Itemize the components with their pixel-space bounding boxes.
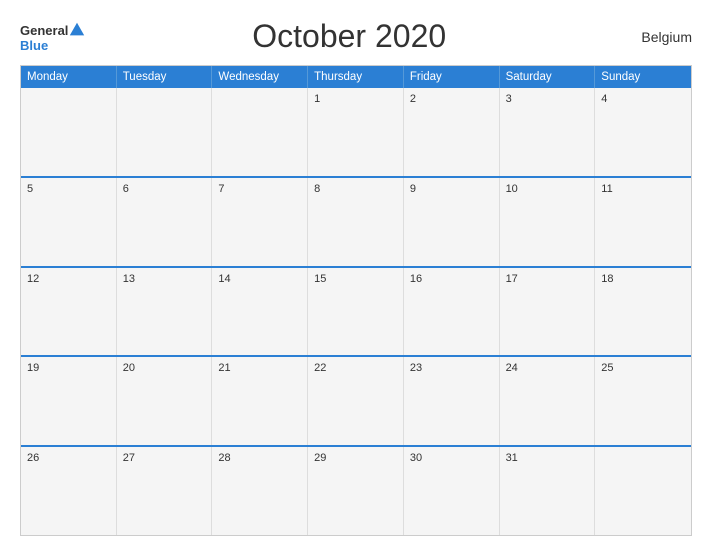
day-cell: 13 [117,268,213,356]
day-number: 1 [314,93,397,105]
day-number: 30 [410,452,493,464]
day-cell: 11 [595,178,691,266]
logo-general-text: General [20,24,68,37]
logo-triangle-icon [68,21,86,39]
day-cell: 4 [595,88,691,176]
day-cell: 8 [308,178,404,266]
day-number: 25 [601,362,685,374]
day-headers-row: MondayTuesdayWednesdayThursdayFridaySatu… [21,66,691,88]
day-number: 8 [314,183,397,195]
logo: General Blue [20,21,86,52]
week-row-1: 1 2 34 [21,88,691,176]
day-number: 16 [410,273,493,285]
day-cell: 31 [500,447,596,535]
day-number: 10 [506,183,589,195]
weeks-container: 1234567891011121314151617181920212223242… [21,88,691,535]
day-cell: 16 [404,268,500,356]
day-number: 20 [123,362,206,374]
day-number: 7 [218,183,301,195]
day-cell: 26 [21,447,117,535]
day-number: 9 [410,183,493,195]
day-cell: 2 [404,88,500,176]
day-cell: 19 [21,357,117,445]
day-cell [212,88,308,176]
calendar-page: General Blue October 2020 Belgium Monday… [0,0,712,550]
day-cell [595,447,691,535]
day-cell: 22 [308,357,404,445]
day-number: 2 [410,93,493,105]
day-cell: 18 [595,268,691,356]
day-header-thursday: Thursday [308,66,404,88]
day-cell: 14 [212,268,308,356]
day-cell: 15 [308,268,404,356]
day-header-saturday: Saturday [500,66,596,88]
day-number: 11 [601,183,685,195]
day-header-sunday: Sunday [595,66,691,88]
day-number: 19 [27,362,110,374]
day-header-friday: Friday [404,66,500,88]
day-cell: 24 [500,357,596,445]
day-number: 17 [506,273,589,285]
day-cell [117,88,213,176]
day-cell: 23 [404,357,500,445]
day-header-monday: Monday [21,66,117,88]
day-number: 28 [218,452,301,464]
day-number: 31 [506,452,589,464]
logo-blue-text: Blue [20,39,86,52]
week-row-5: 26 27 28 29 30 31 [21,445,691,535]
day-number: 14 [218,273,301,285]
day-number: 23 [410,362,493,374]
day-header-tuesday: Tuesday [117,66,213,88]
country-label: Belgium [612,29,692,45]
day-number: 21 [218,362,301,374]
day-header-wednesday: Wednesday [212,66,308,88]
day-cell: 3 [500,88,596,176]
day-number: 5 [27,183,110,195]
day-number: 12 [27,273,110,285]
day-number: 3 [506,93,589,105]
day-cell: 12 [21,268,117,356]
day-cell [21,88,117,176]
day-number: 26 [27,452,110,464]
day-number: 4 [601,93,685,105]
day-cell: 9 [404,178,500,266]
day-cell: 5 [21,178,117,266]
day-cell: 17 [500,268,596,356]
calendar-grid: MondayTuesdayWednesdayThursdayFridaySatu… [20,65,692,536]
day-cell: 30 [404,447,500,535]
day-number: 13 [123,273,206,285]
day-cell: 1 [308,88,404,176]
day-cell: 27 [117,447,213,535]
day-cell: 7 [212,178,308,266]
week-row-3: 12 13 14 15 16 17 18 [21,266,691,356]
week-row-4: 19 20 21 22 23 24 25 [21,355,691,445]
day-number: 18 [601,273,685,285]
day-number: 22 [314,362,397,374]
day-cell: 20 [117,357,213,445]
day-number: 29 [314,452,397,464]
day-number: 27 [123,452,206,464]
day-number: 6 [123,183,206,195]
day-cell: 28 [212,447,308,535]
day-cell: 21 [212,357,308,445]
day-number: 24 [506,362,589,374]
day-cell: 6 [117,178,213,266]
day-cell: 29 [308,447,404,535]
day-cell: 25 [595,357,691,445]
header: General Blue October 2020 Belgium [20,18,692,55]
day-cell: 10 [500,178,596,266]
month-title: October 2020 [86,18,612,55]
week-row-2: 5 67 8 9 10 11 [21,176,691,266]
day-number: 15 [314,273,397,285]
